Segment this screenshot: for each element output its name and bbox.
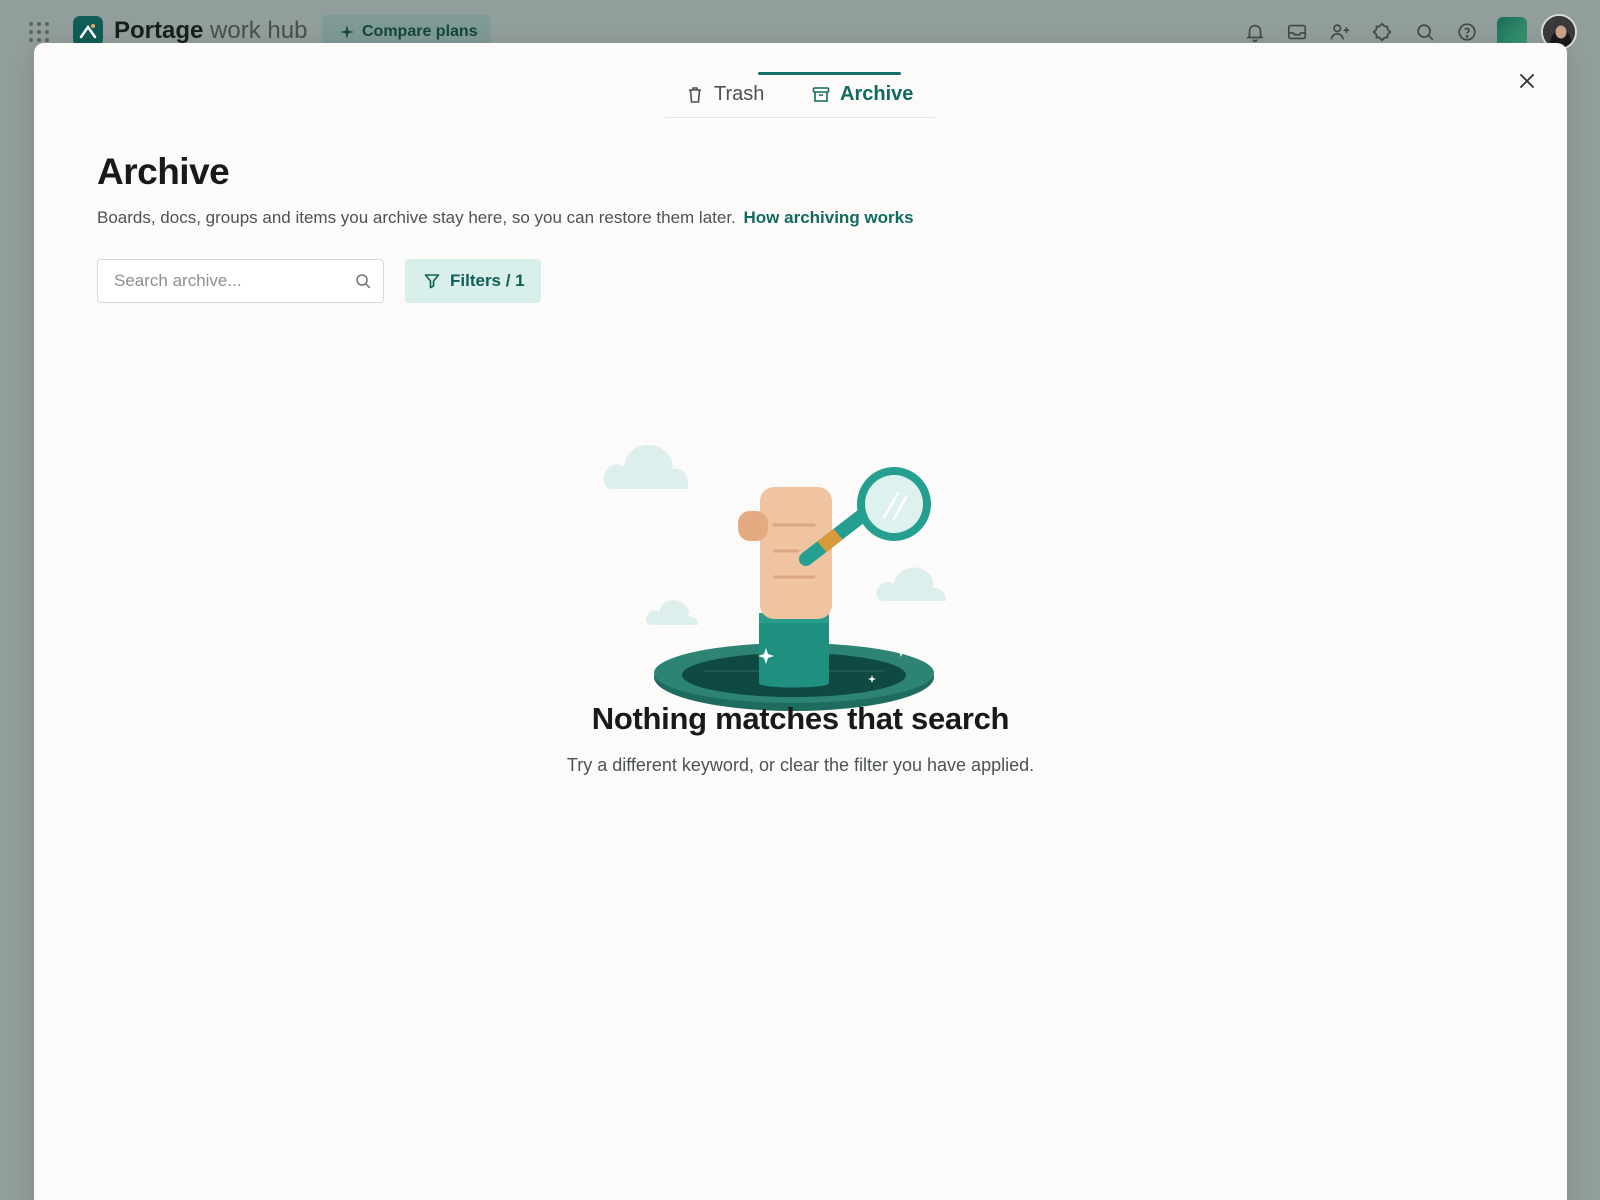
filters-button[interactable]: Filters / 1	[405, 259, 541, 303]
search-archive-input[interactable]	[98, 260, 348, 302]
search-icon[interactable]	[1414, 21, 1436, 43]
search-icon[interactable]	[355, 273, 371, 289]
bell-icon[interactable]	[1244, 21, 1266, 43]
brand-name: Portage work hub	[114, 17, 307, 45]
brand-logo[interactable]	[73, 16, 103, 46]
cloud-icon	[876, 567, 946, 601]
cloud-icon	[645, 600, 698, 625]
brand-name-light: work hub	[210, 17, 308, 44]
page-description: Boards, docs, groups and items you archi…	[97, 208, 914, 228]
invite-user-icon[interactable]	[1329, 21, 1351, 43]
app-switcher-icon[interactable]	[29, 22, 49, 42]
compare-plans-label: Compare plans	[362, 23, 478, 40]
how-archiving-works-link[interactable]: How archiving works	[744, 208, 914, 227]
empty-state-title: Nothing matches that search	[591, 701, 1010, 736]
modal-content: Archive Boards, docs, groups and items y…	[34, 43, 1567, 1200]
page-description-text: Boards, docs, groups and items you archi…	[97, 208, 736, 227]
empty-state-description: Try a different keyword, or clear the fi…	[566, 755, 1035, 775]
page-title: Archive	[97, 151, 230, 192]
search-archive-box	[97, 259, 384, 303]
puzzle-icon[interactable]	[1371, 21, 1393, 43]
brand-name-bold: Portage	[114, 17, 204, 44]
help-icon[interactable]	[1456, 21, 1478, 43]
filter-icon	[424, 274, 440, 289]
sparkle-icon	[340, 25, 354, 39]
empty-search-illustration	[603, 444, 946, 711]
filters-label: Filters / 1	[450, 271, 525, 290]
inbox-icon[interactable]	[1286, 21, 1308, 43]
cloud-icon	[603, 444, 688, 489]
